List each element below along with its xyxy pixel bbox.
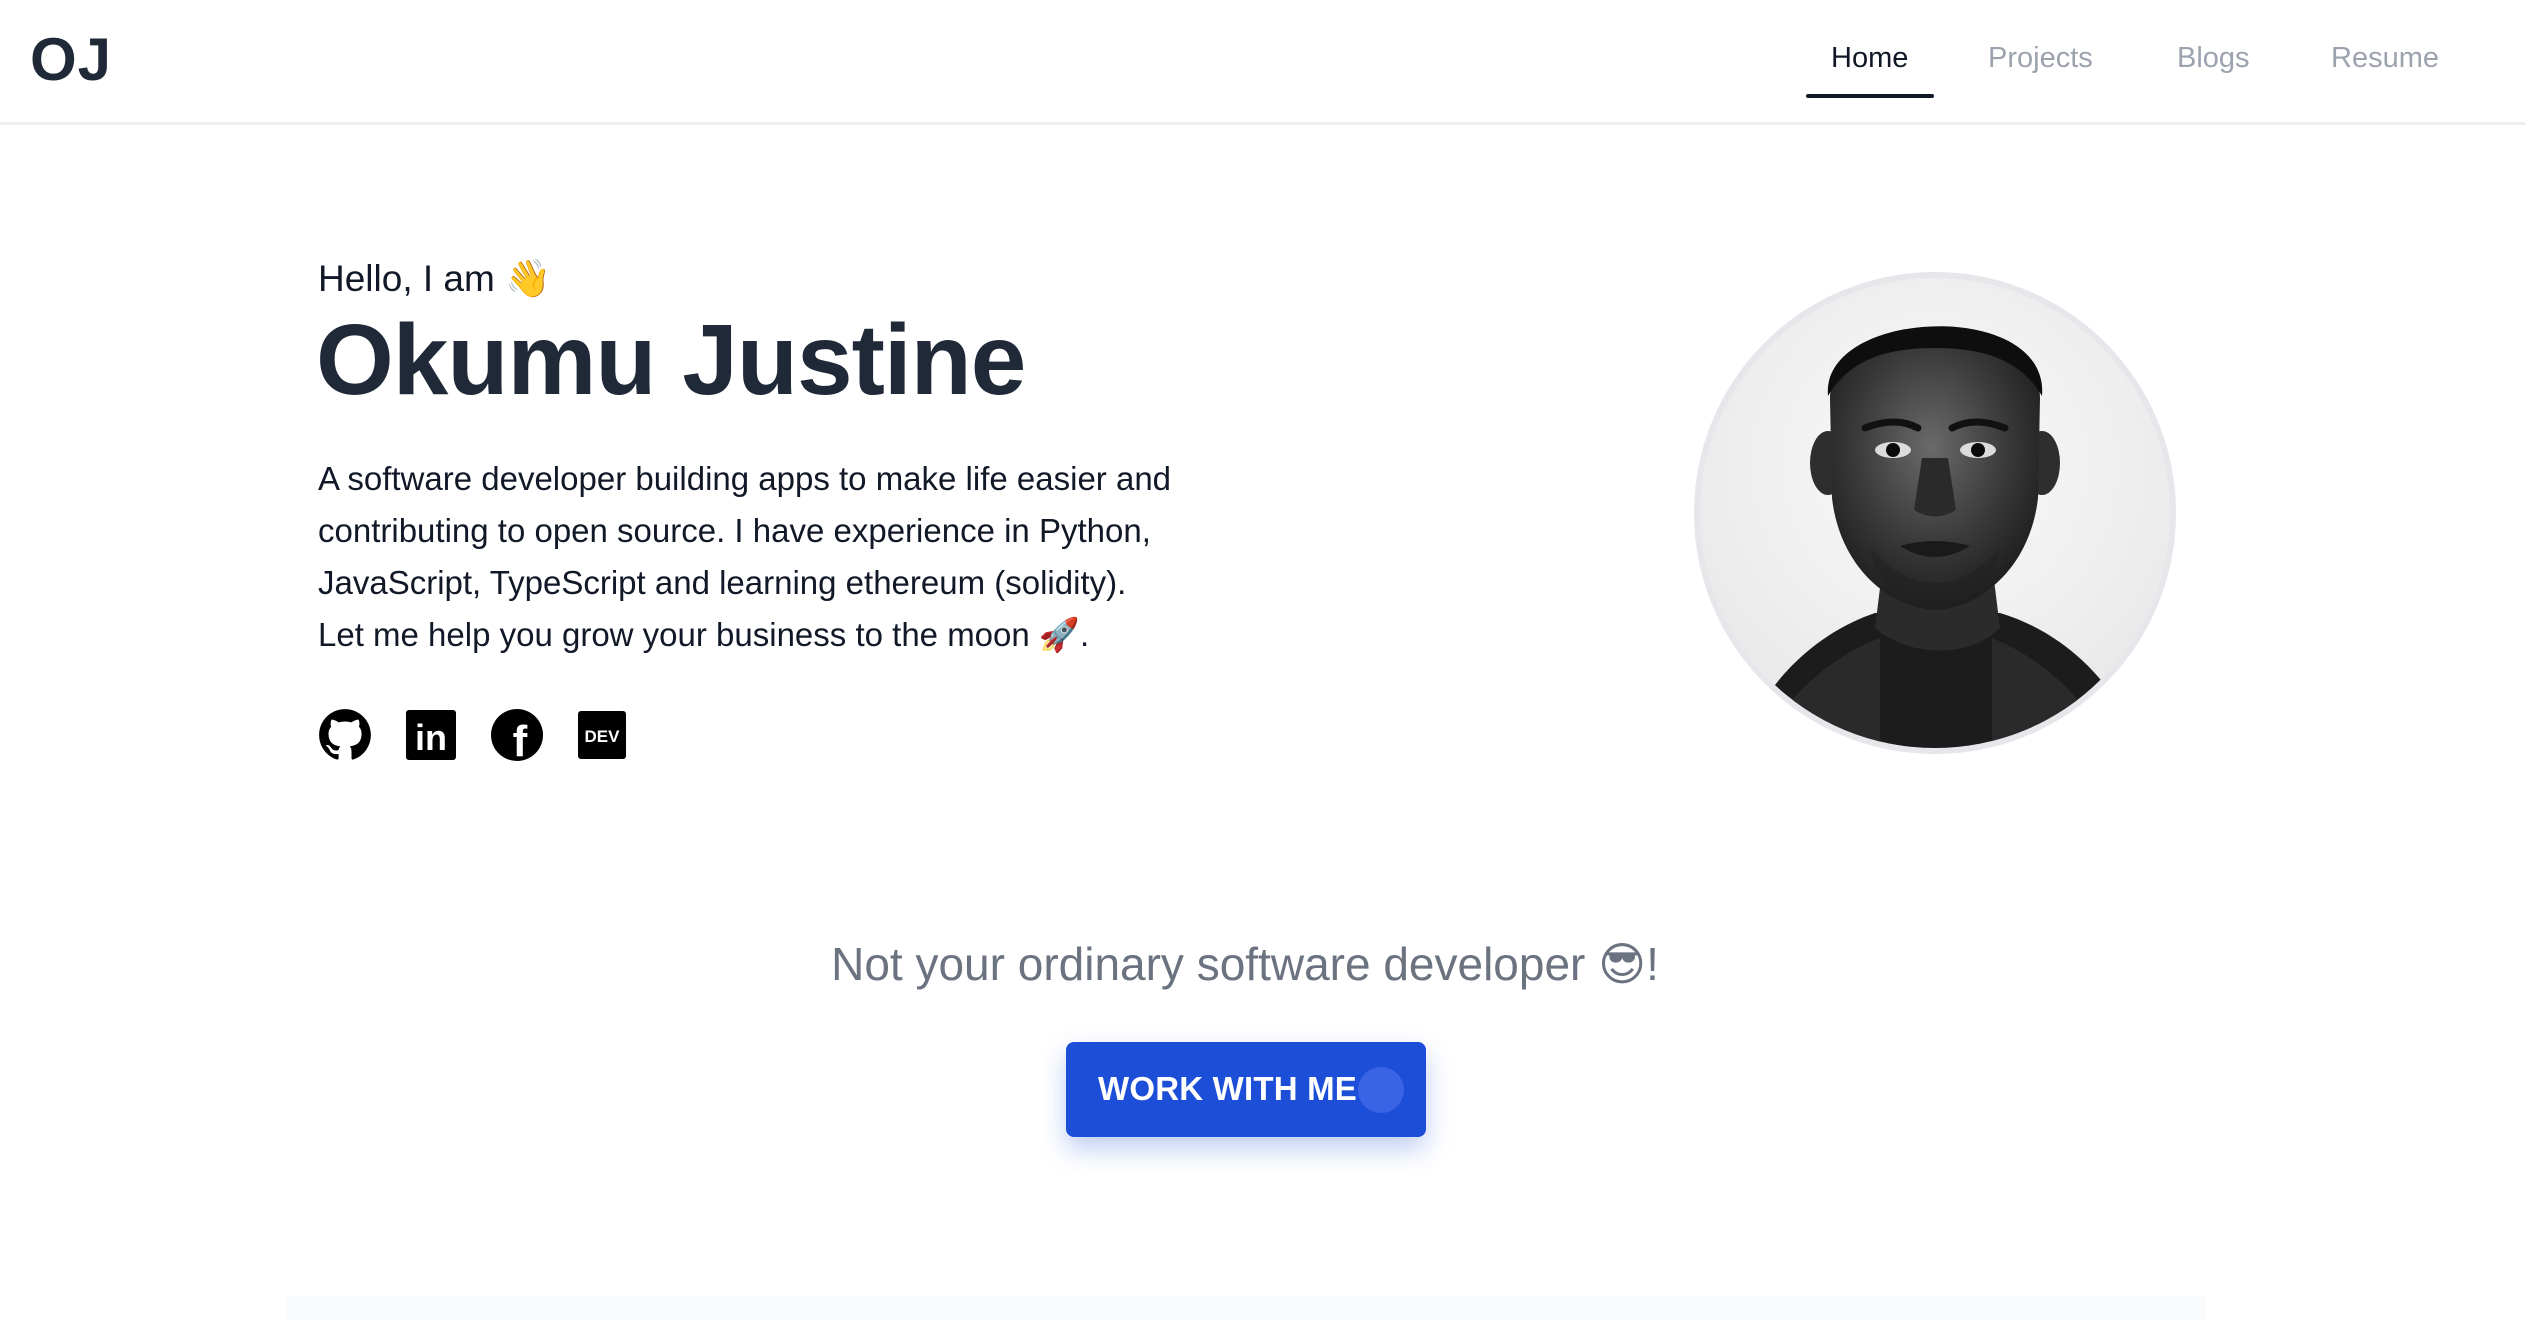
facebook-icon-text: f	[513, 717, 528, 762]
github-icon	[319, 709, 371, 760]
nav-projects[interactable]: Projects	[1988, 38, 2093, 78]
work-with-me-button[interactable]: WORK WITH ME	[1066, 1042, 1426, 1137]
hero-greeting: Hello, I am 👋	[318, 258, 552, 299]
bio-line: contributing to open source. I have expe…	[318, 512, 1151, 549]
bio-line: JavaScript, TypeScript and learning ethe…	[318, 564, 1127, 601]
nav-blogs[interactable]: Blogs	[2177, 38, 2250, 78]
facebook-link[interactable]: f	[490, 708, 544, 762]
dev-link[interactable]: DEV	[576, 708, 630, 762]
site-logo[interactable]: OJ	[30, 24, 112, 96]
nav-active-indicator	[1806, 94, 1934, 98]
facebook-icon: f	[491, 709, 543, 762]
bio-line: Let me help you grow your business to th…	[318, 616, 1090, 653]
nav-home[interactable]: Home	[1831, 38, 1908, 78]
bio-line: A software developer building apps to ma…	[318, 460, 1172, 497]
dev-icon: DEV	[578, 711, 626, 759]
profile-photo	[1694, 272, 2176, 754]
circle-icon	[1358, 1067, 1404, 1113]
hero-bio: A software developer building apps to ma…	[318, 453, 1218, 661]
profile-portrait-image	[1700, 278, 2170, 748]
site-header: OJ Home Projects Blogs Resume	[0, 0, 2526, 125]
next-section-edge	[286, 1296, 2206, 1320]
linkedin-link[interactable]: in	[404, 708, 458, 762]
nav-resume[interactable]: Resume	[2331, 38, 2439, 78]
github-link[interactable]	[318, 708, 372, 762]
work-with-me-label: WORK WITH ME	[1098, 1070, 1358, 1107]
tagline: Not your ordinary software developer 😎!	[831, 938, 1659, 990]
dev-icon-text: DEV	[585, 727, 621, 746]
hero-name: Okumu Justine	[316, 304, 1026, 416]
linkedin-icon: in	[406, 710, 456, 760]
linkedin-icon-text: in	[415, 717, 447, 758]
